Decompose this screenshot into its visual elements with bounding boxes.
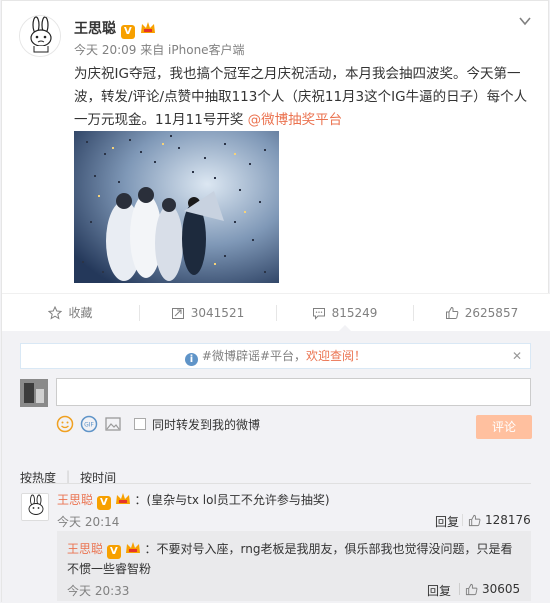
current-user-avatar[interactable] — [20, 379, 48, 407]
reply-reply-button[interactable]: 回复 — [427, 582, 451, 599]
comment-time: 今天 20:14 — [57, 515, 120, 529]
post-action-bar: 收藏 3041521 815249 2625857 — [2, 293, 550, 332]
vip-crown-icon[interactable] — [140, 21, 156, 35]
author-name[interactable]: 王思聪 — [74, 21, 116, 37]
repost-icon — [171, 307, 184, 319]
verified-v-icon[interactable]: V — [106, 545, 121, 559]
user-photo-icon — [20, 379, 48, 407]
comment-avatar[interactable] — [21, 493, 49, 521]
emoji-icon[interactable] — [56, 415, 74, 433]
svg-text:GIF: GIF — [84, 422, 94, 429]
thumbs-up-icon — [465, 583, 478, 595]
submit-comment-button[interactable]: 评论 — [476, 415, 532, 439]
comment-line: 王思聪 V ：(皇杂与tx lol员工不允许参与抽奖) — [57, 491, 330, 510]
notice-text: #微博辟谣#平台， — [201, 349, 307, 363]
vip-crown-icon[interactable] — [125, 541, 141, 555]
verified-v-icon[interactable]: V — [120, 25, 135, 39]
thumbs-up-icon — [445, 306, 459, 319]
repost-checkbox-label[interactable]: 同时转发到我的微博 — [152, 416, 260, 433]
gif-icon[interactable]: GIF — [80, 415, 98, 433]
verified-v-icon[interactable]: V — [96, 496, 111, 510]
reply-time: 今天 20:33 — [67, 584, 130, 598]
close-icon[interactable]: ✕ — [512, 344, 522, 368]
author-name-line: 王思聪 V — [74, 18, 156, 39]
notice-link[interactable]: 欢迎查阅！ — [306, 349, 366, 363]
comment-icon — [312, 307, 325, 320]
post-meta: 今天 20:09 来自 iPhone客户端 — [74, 41, 245, 58]
favorite-button[interactable]: 收藏 — [2, 294, 139, 331]
repost-checkbox[interactable] — [134, 418, 146, 430]
reply-author[interactable]: 王思聪 — [67, 542, 103, 556]
comment-reply-button[interactable]: 回复 — [435, 513, 459, 530]
comment-section: i #微博辟谣#平台，欢迎查阅！ ✕ GIF 同时转发到我的微博 评论 按热度 … — [2, 331, 550, 603]
favorite-label: 收藏 — [68, 306, 93, 320]
star-icon — [48, 305, 63, 320]
repost-count: 3041521 — [190, 305, 245, 320]
comment-like-count: 128176 — [485, 513, 531, 527]
celebration-photo-image — [74, 131, 279, 283]
sort-divider — [20, 483, 531, 484]
comment-like-button[interactable]: 128176 — [462, 513, 531, 527]
reply-line: 王思聪 V ：不要对号入座，rng老板是我朋友，俱乐部我也觉得没问题，只是看不惯… — [67, 539, 522, 579]
thumbs-up-icon — [468, 514, 481, 526]
post-body: 为庆祝IG夺冠，我也搞个冠军之月庆祝活动，本月我会抽四波奖。今天第一波，转发/评… — [74, 63, 534, 132]
bunny-avatar-icon — [20, 16, 60, 56]
reply-like-button[interactable]: 30605 — [458, 582, 521, 596]
chevron-down-icon[interactable] — [518, 15, 532, 27]
weibo-post-card: 王思聪 V 今天 20:09 来自 iPhone客户端 为庆祝IG夺冠，我也搞个… — [1, 0, 550, 603]
like-count: 2625857 — [464, 305, 519, 320]
info-icon: i — [184, 353, 198, 366]
comment-button[interactable]: 815249 — [276, 294, 413, 332]
bunny-avatar-icon — [22, 494, 48, 520]
rumor-notice-banner[interactable]: i #微博辟谣#平台，欢迎查阅！ ✕ — [20, 343, 531, 369]
author-avatar[interactable] — [19, 15, 61, 57]
post-source[interactable]: 来自 iPhone客户端 — [140, 43, 244, 57]
composer-toolbar: GIF 同时转发到我的微博 — [56, 415, 260, 433]
vip-crown-icon[interactable] — [115, 492, 131, 506]
comment-text: ：(皇杂与tx lol员工不允许参与抽奖) — [134, 493, 330, 507]
comment-author[interactable]: 王思聪 — [57, 493, 93, 507]
comment-input[interactable] — [56, 378, 531, 406]
image-icon[interactable] — [104, 415, 122, 433]
post-time[interactable]: 今天 20:09 — [74, 43, 136, 57]
like-button[interactable]: 2625857 — [413, 294, 550, 331]
post-photo[interactable] — [74, 131, 279, 283]
nested-reply: 王思聪 V ：不要对号入座，rng老板是我朋友，俱乐部我也觉得没问题，只是看不惯… — [57, 531, 531, 601]
reply-like-count: 30605 — [482, 582, 521, 596]
comment-count: 815249 — [331, 305, 378, 320]
lottery-platform-link[interactable]: @微博抽奖平台 — [248, 112, 343, 128]
repost-button[interactable]: 3041521 — [139, 294, 276, 331]
